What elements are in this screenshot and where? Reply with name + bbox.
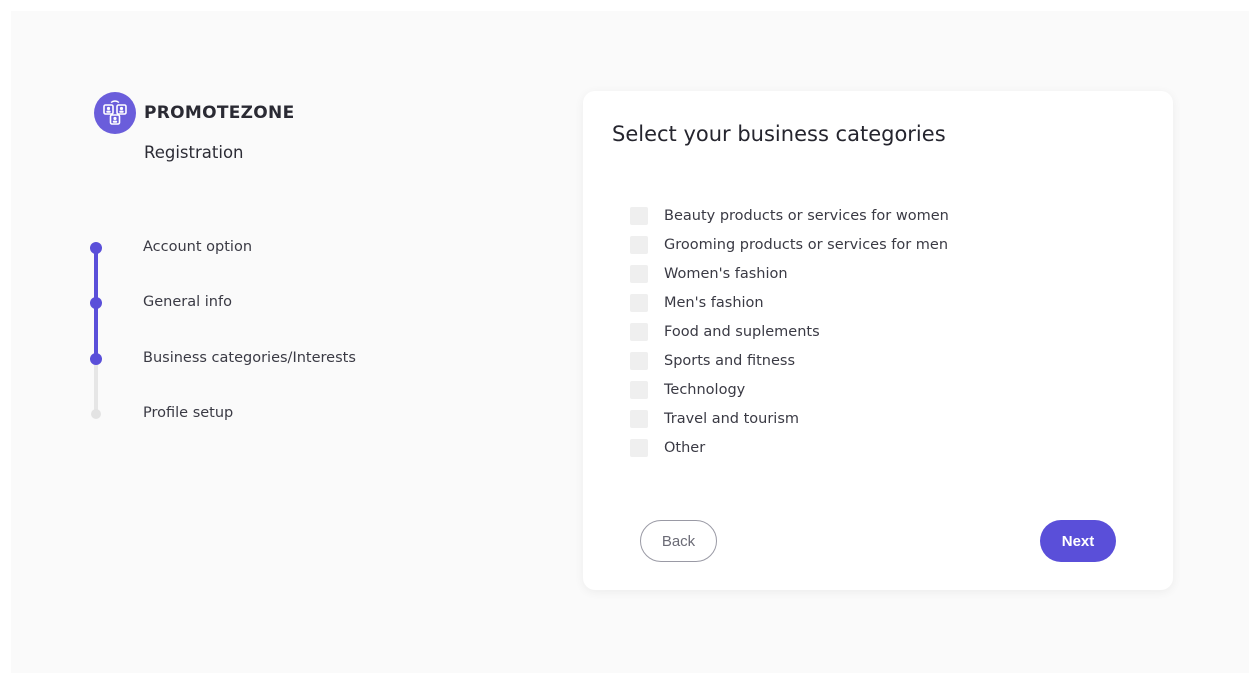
- step-label: Profile setup: [143, 405, 234, 421]
- step-label: Business categories/Interests: [143, 350, 356, 366]
- category-label: Technology: [664, 381, 746, 398]
- category-option[interactable]: Food and suplements: [630, 317, 949, 346]
- step-label: Account option: [143, 239, 253, 255]
- category-option[interactable]: Sports and fitness: [630, 346, 949, 375]
- category-label: Men's fashion: [664, 294, 764, 311]
- card-title: Select your business categories: [612, 122, 946, 146]
- people-network-icon: [94, 92, 136, 134]
- category-checkbox[interactable]: [630, 438, 648, 457]
- category-label: Sports and fitness: [664, 352, 796, 369]
- category-checkbox[interactable]: [630, 409, 648, 428]
- categories-card: Select your business categories Beauty p…: [583, 91, 1173, 590]
- category-option[interactable]: Women's fashion: [630, 259, 949, 288]
- next-button[interactable]: Next: [1040, 520, 1116, 562]
- category-label: Grooming products or services for men: [664, 236, 949, 253]
- brand-name: PROMOTEZONE: [144, 103, 295, 123]
- category-option[interactable]: Men's fashion: [630, 288, 949, 317]
- brand: PROMOTEZONE: [94, 92, 295, 134]
- step-label: General info: [143, 294, 232, 310]
- registration-stepper: Account option General info Business cat…: [88, 238, 408, 428]
- step-dot-completed: [90, 242, 102, 254]
- category-label: Women's fashion: [664, 265, 788, 282]
- step-dot-current: [90, 353, 102, 365]
- category-checkbox[interactable]: [630, 293, 648, 312]
- category-label: Other: [664, 439, 706, 456]
- category-checkbox[interactable]: [630, 235, 648, 254]
- category-option[interactable]: Beauty products or services for women: [630, 201, 949, 230]
- category-checkbox[interactable]: [630, 351, 648, 370]
- step-dot-pending: [91, 409, 101, 419]
- category-checkbox[interactable]: [630, 380, 648, 399]
- step-dot-completed: [90, 297, 102, 309]
- category-label: Beauty products or services for women: [664, 207, 949, 224]
- category-options: Beauty products or services for women Gr…: [630, 201, 949, 462]
- back-button[interactable]: Back: [640, 520, 717, 562]
- category-option[interactable]: Travel and tourism: [630, 404, 949, 433]
- category-option[interactable]: Technology: [630, 375, 949, 404]
- page-subtitle: Registration: [144, 143, 244, 162]
- category-label: Food and suplements: [664, 323, 820, 340]
- category-option[interactable]: Other: [630, 433, 949, 462]
- category-checkbox[interactable]: [630, 264, 648, 283]
- category-option[interactable]: Grooming products or services for men: [630, 230, 949, 259]
- category-checkbox[interactable]: [630, 322, 648, 341]
- category-checkbox[interactable]: [630, 206, 648, 225]
- category-label: Travel and tourism: [664, 410, 800, 427]
